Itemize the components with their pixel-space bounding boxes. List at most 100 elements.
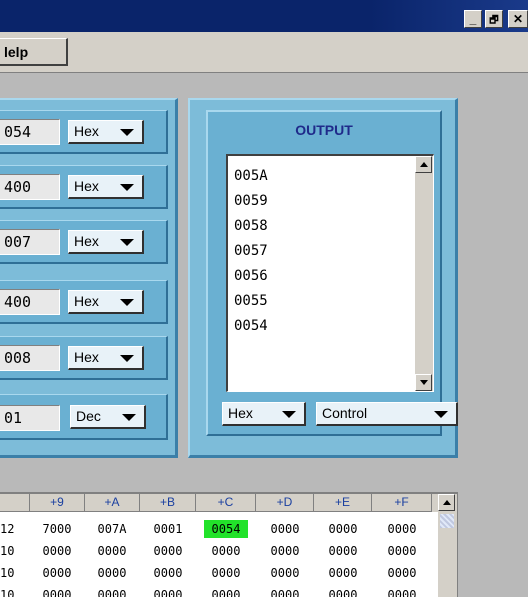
input-value-field[interactable]: 054 — [0, 119, 60, 145]
table-row: 10 0000 0000 0000 0000 0000 0000 0000 — [0, 564, 440, 582]
memory-cell[interactable]: 0000 — [381, 520, 423, 538]
table-row: 10 0000 0000 0000 0000 0000 0000 0000 — [0, 542, 440, 560]
memory-cell-highlighted[interactable]: 0054 — [204, 520, 248, 538]
format-select-label: Hex — [74, 123, 99, 139]
memory-cell[interactable]: 0000 — [264, 586, 306, 597]
output-scrollbar[interactable] — [415, 156, 433, 391]
format-select-label: Hex — [74, 233, 99, 249]
memory-table[interactable]: +9 +A +B +C +D +E +F 12 7000 007A 0001 0… — [0, 492, 458, 597]
input-row: 400 Hex — [0, 165, 168, 209]
chevron-down-icon — [120, 299, 134, 306]
output-title: OUTPUT — [295, 122, 353, 138]
scroll-thumb[interactable] — [440, 514, 454, 528]
output-mode-label: Control — [322, 405, 368, 421]
menu-bar: lelp — [0, 32, 528, 73]
memory-cell[interactable]: 0000 — [322, 586, 364, 597]
close-button[interactable]: ✕ — [508, 10, 528, 28]
menu-help[interactable]: lelp — [0, 38, 68, 66]
memory-cell[interactable]: 0000 — [147, 542, 189, 560]
row-address: 10 — [0, 566, 15, 580]
maximize-button[interactable]: 🗗 — [485, 10, 503, 28]
table-header: +9 +A +B +C +D +E +F — [0, 494, 440, 512]
table-row: 12 7000 007A 0001 0054 0000 0000 0000 — [0, 520, 440, 538]
memory-cell[interactable]: 0000 — [204, 542, 248, 560]
chevron-down-icon — [120, 239, 134, 246]
input-value-field[interactable]: 400 — [0, 174, 60, 200]
memory-cell[interactable]: 7000 — [36, 520, 78, 538]
column-header: +D — [256, 494, 314, 512]
format-select[interactable]: Hex — [68, 120, 144, 144]
memory-cell[interactable]: 0000 — [381, 542, 423, 560]
output-mode-select[interactable]: Control — [316, 402, 458, 426]
format-select[interactable]: Hex — [68, 230, 144, 254]
output-list[interactable]: 005A 0059 0058 0057 0056 0055 0054 — [226, 154, 434, 392]
output-format-select[interactable]: Hex — [222, 402, 306, 426]
memory-cell[interactable]: 0000 — [322, 542, 364, 560]
input-value-field[interactable]: 007 — [0, 229, 60, 255]
arrow-up-icon — [443, 500, 451, 505]
table-scrollbar[interactable] — [438, 494, 457, 597]
memory-cell[interactable]: 0000 — [36, 564, 78, 582]
memory-cell[interactable]: 0000 — [204, 564, 248, 582]
input-row: 054 Hex — [0, 110, 168, 154]
output-item: 0059 — [234, 193, 268, 209]
minimize-button[interactable]: _ — [464, 10, 482, 28]
output-items: 005A 0059 0058 0057 0056 0055 0054 — [234, 164, 268, 339]
input-row: 007 Hex — [0, 220, 168, 264]
title-bar: _ 🗗 ✕ — [0, 0, 528, 32]
memory-cell[interactable]: 0000 — [264, 564, 306, 582]
format-select-label: Hex — [74, 349, 99, 365]
memory-cell[interactable]: 0000 — [204, 586, 248, 597]
memory-cell[interactable]: 007A — [91, 520, 133, 538]
format-select[interactable]: Dec — [70, 405, 146, 429]
chevron-down-icon — [120, 184, 134, 191]
input-value-field[interactable]: 400 — [0, 289, 60, 315]
output-item: 0054 — [234, 318, 268, 334]
chevron-down-icon — [120, 129, 134, 136]
memory-cell[interactable]: 0000 — [91, 564, 133, 582]
memory-cell[interactable]: 0000 — [147, 564, 189, 582]
chevron-down-icon — [120, 355, 134, 362]
column-header: +F — [372, 494, 432, 512]
memory-cell[interactable]: 0000 — [91, 542, 133, 560]
scroll-down-button[interactable] — [415, 374, 432, 391]
memory-cell[interactable]: 0000 — [147, 586, 189, 597]
row-address: 12 — [0, 522, 15, 536]
output-item: 0057 — [234, 243, 268, 259]
memory-cell[interactable]: 0000 — [36, 542, 78, 560]
arrow-down-icon — [420, 380, 428, 385]
memory-cell[interactable]: 0000 — [91, 586, 133, 597]
column-header — [0, 494, 30, 512]
scroll-up-button[interactable] — [415, 156, 432, 173]
column-header: +A — [85, 494, 140, 512]
format-select-label: Hex — [74, 293, 99, 309]
format-select-label: Dec — [76, 408, 101, 424]
output-panel: OUTPUT 005A 0059 0058 0057 0056 0055 005… — [188, 98, 458, 458]
chevron-down-icon — [434, 411, 448, 418]
table-row: 10 0000 0000 0000 0000 0000 0000 0000 — [0, 586, 440, 597]
output-item: 005A — [234, 168, 268, 184]
output-frame: OUTPUT 005A 0059 0058 0057 0056 0055 005… — [206, 110, 458, 436]
memory-cell[interactable]: 0000 — [264, 520, 306, 538]
memory-cell[interactable]: 0000 — [381, 564, 423, 582]
input-value-field[interactable]: 008 — [0, 345, 60, 371]
format-select[interactable]: Hex — [68, 290, 144, 314]
input-value-field[interactable]: 01 — [0, 405, 60, 431]
column-header: +B — [140, 494, 196, 512]
input-panel: 054 Hex 400 Hex 007 Hex 400 Hex 008 Hex — [0, 98, 178, 458]
memory-cell[interactable]: 0000 — [381, 586, 423, 597]
memory-cell[interactable]: 0000 — [322, 564, 364, 582]
menu-help-label: lelp — [4, 44, 29, 60]
scroll-up-button[interactable] — [438, 494, 455, 511]
column-header: +9 — [30, 494, 85, 512]
input-row: 008 Hex — [0, 336, 168, 380]
memory-cell[interactable]: 0000 — [36, 586, 78, 597]
format-select[interactable]: Hex — [68, 346, 144, 370]
memory-cell[interactable]: 0000 — [322, 520, 364, 538]
format-select[interactable]: Hex — [68, 175, 144, 199]
output-item: 0056 — [234, 268, 268, 284]
arrow-up-icon — [420, 162, 428, 167]
restore-icon: 🗗 — [489, 15, 499, 26]
memory-cell[interactable]: 0000 — [264, 542, 306, 560]
memory-cell[interactable]: 0001 — [147, 520, 189, 538]
